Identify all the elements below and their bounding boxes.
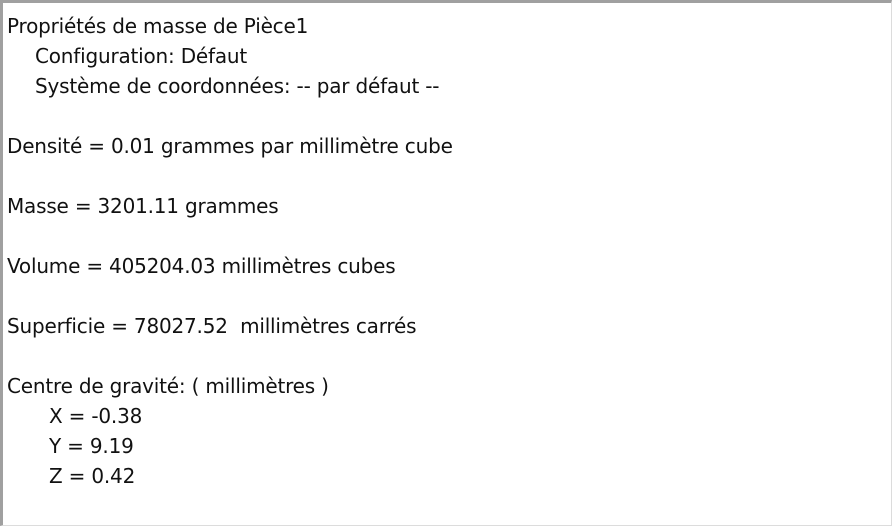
density-line: Densité = 0.01 grammes par millimètre cu…: [7, 134, 453, 158]
coordinate-system-line: Système de coordonnées: -- par défaut --: [35, 74, 440, 98]
mass-properties-report-panel: Propriétés de masse de Pièce1 Configurat…: [0, 0, 892, 526]
surface-line: Superficie = 78027.52 millimètres carrés: [7, 314, 417, 338]
mass-properties-text: Propriétés de masse de Pièce1 Configurat…: [7, 11, 885, 491]
center-of-gravity-heading: Centre de gravité: ( millimètres ): [7, 374, 329, 398]
configuration-line: Configuration: Défaut: [35, 44, 248, 68]
mass-line: Masse = 3201.11 grammes: [7, 194, 279, 218]
center-of-gravity-z: Z = 0.42: [49, 464, 136, 488]
center-of-gravity-y: Y = 9.19: [49, 434, 134, 458]
report-title: Propriétés de masse de Pièce1: [7, 14, 309, 38]
center-of-gravity-x: X = -0.38: [49, 404, 143, 428]
volume-line: Volume = 405204.03 millimètres cubes: [7, 254, 396, 278]
